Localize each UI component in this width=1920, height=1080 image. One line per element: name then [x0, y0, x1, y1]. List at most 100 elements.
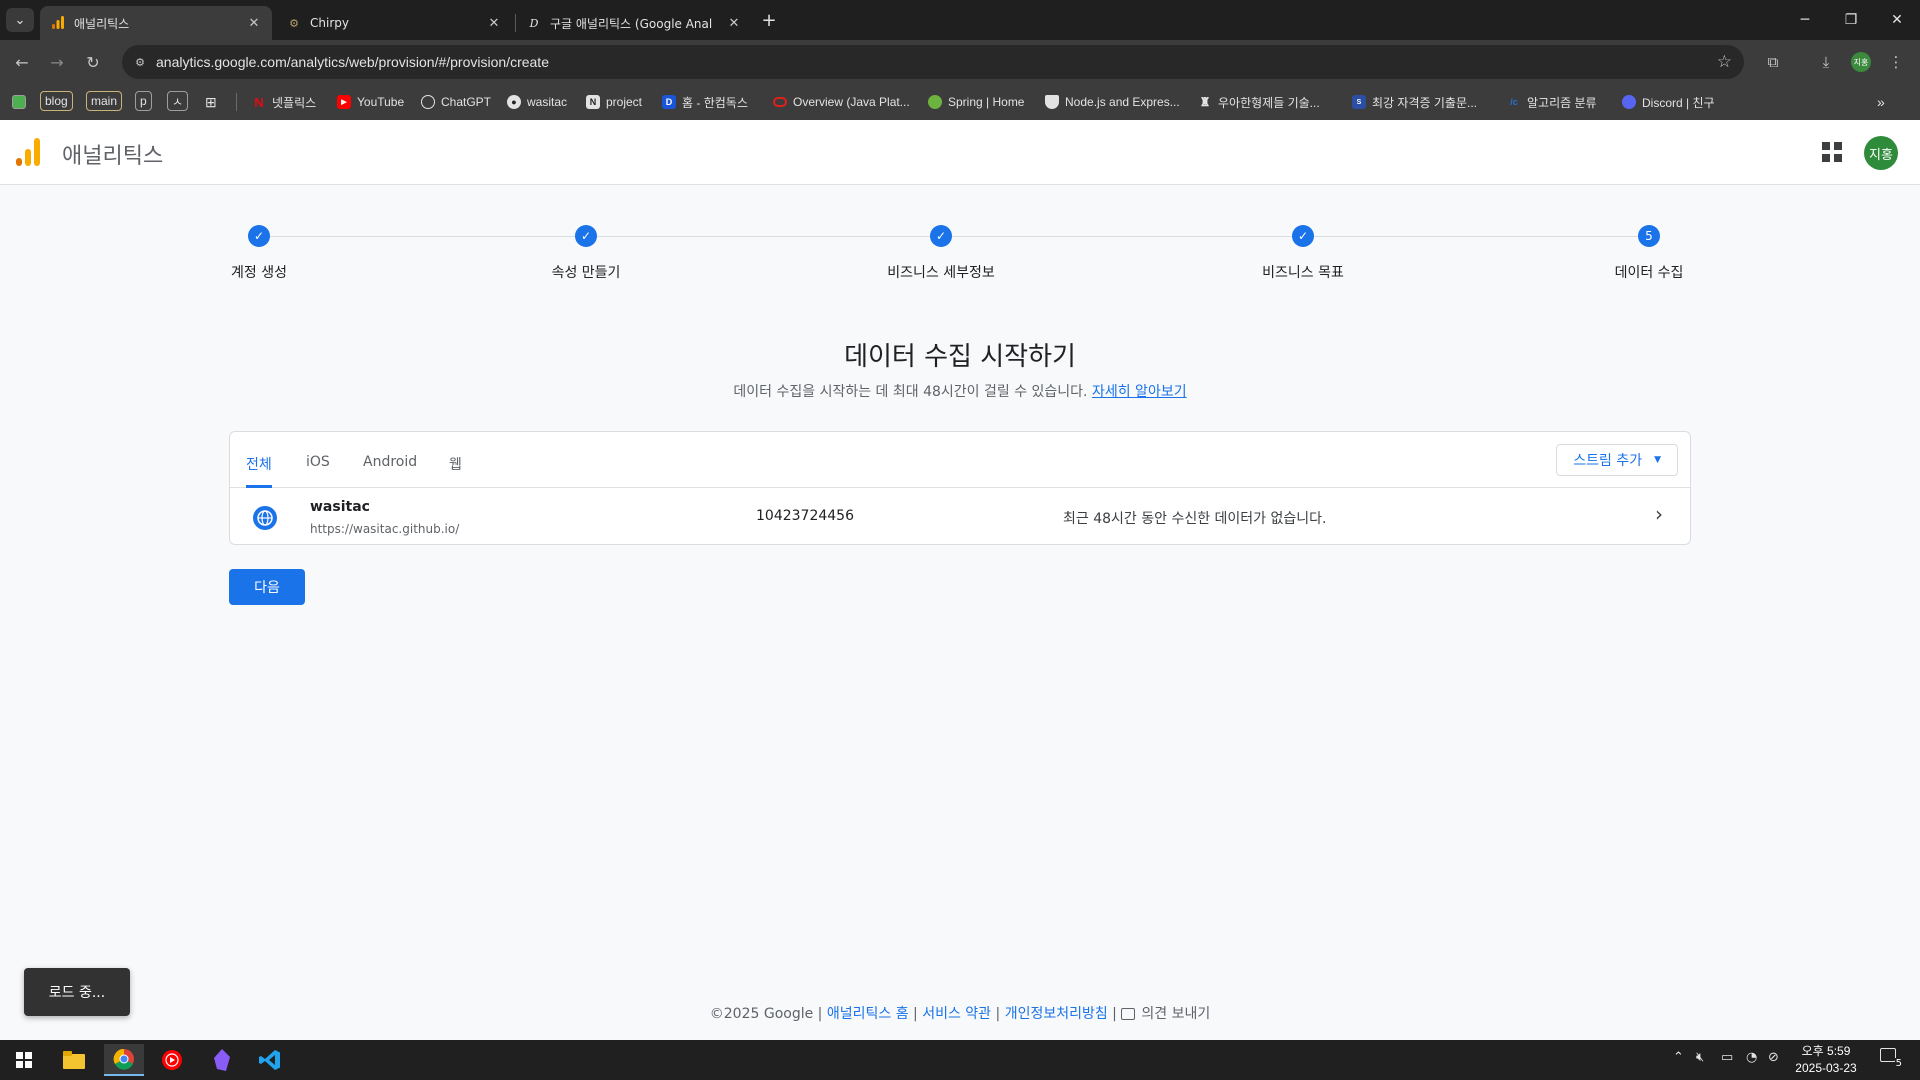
bookmark-hancom[interactable]: D 홈 - 한컴독스	[662, 91, 748, 113]
account-avatar[interactable]: 지홍	[1864, 136, 1898, 170]
tab-chirpy[interactable]: ⚙ Chirpy ✕	[276, 6, 512, 40]
url-text[interactable]: analytics.google.com/analytics/web/provi…	[156, 45, 549, 79]
bookmark-wasitac[interactable]: ● wasitac	[507, 91, 567, 113]
tab-title: 애널리틱스	[74, 16, 130, 31]
youtube-music-icon[interactable]	[152, 1044, 192, 1076]
apps-grid-icon[interactable]: ⊞	[205, 91, 217, 113]
spring-icon	[928, 95, 942, 109]
restore-button[interactable]: ❐	[1828, 0, 1874, 40]
bookmark-woowahan[interactable]: ♜ 우아한형제들 기술...	[1198, 91, 1320, 113]
stream-status: 최근 48시간 동안 수신한 데이터가 없습니다.	[1063, 511, 1327, 527]
volume-mute-icon[interactable]: 🔇︎	[1696, 1050, 1704, 1065]
hancom-icon: D	[662, 95, 676, 109]
stream-platform-tabs: 전체 iOS Android 웹 스트림 추가 ▼	[230, 432, 1690, 488]
bookmark-chip-blog[interactable]: blog	[40, 91, 73, 111]
tab-search-button[interactable]: ⌄	[6, 8, 34, 32]
tab-android[interactable]: Android	[363, 454, 417, 488]
footer-link-analytics-home[interactable]: 애널리틱스 홈	[827, 1006, 909, 1022]
file-explorer-icon[interactable]	[54, 1044, 94, 1076]
bookmark-chip-s[interactable]: ㅅ	[167, 91, 189, 111]
bookmark-exam[interactable]: S 최강 자격증 기출문...	[1352, 91, 1477, 113]
minimize-button[interactable]: ─	[1782, 0, 1828, 40]
subtitle-text: 데이터 수집을 시작하는 데 최대 48시간이 걸릴 수 있습니다.	[733, 384, 1088, 400]
web-globe-icon	[253, 506, 277, 530]
bookmark-spring[interactable]: Spring | Home	[928, 91, 1024, 113]
close-icon[interactable]: ✕	[726, 15, 742, 31]
windows-start-icon[interactable]	[4, 1044, 44, 1076]
profile-avatar[interactable]: 지홍	[1851, 52, 1871, 72]
app-name[interactable]: 애널리틱스	[62, 138, 163, 170]
close-icon[interactable]: ✕	[486, 15, 502, 31]
tab-title: 구글 애널리틱스 (Google Anal	[550, 16, 713, 31]
new-tab-button[interactable]: +	[757, 8, 781, 32]
tab-google-analytics-post[interactable]: D 구글 애널리틱스 (Google Anal ✕	[516, 6, 752, 40]
site-info-icon[interactable]: ⚙	[132, 54, 148, 70]
check-icon: ✓	[930, 225, 952, 247]
bookmark-java-overview[interactable]: Overview (Java Plat...	[773, 91, 910, 113]
bookmark-project[interactable]: Nproject	[586, 91, 642, 113]
vpn-off-icon[interactable]: ⊘	[1768, 1050, 1779, 1065]
show-hidden-icons[interactable]: ⌃	[1673, 1050, 1684, 1065]
taskbar-clock[interactable]: 오후 5:59 2025-03-23	[1786, 1043, 1866, 1077]
bookmark-chip-p[interactable]: p	[135, 91, 152, 111]
step-data-collection: 5 데이터 수집	[1549, 225, 1749, 282]
page-subtitle: 데이터 수집을 시작하는 데 최대 48시간이 걸릴 수 있습니다. 자세히 알…	[0, 381, 1920, 401]
tab-web[interactable]: 웹	[449, 454, 462, 488]
next-button[interactable]: 다음	[229, 569, 305, 605]
reload-icon[interactable]: ↻	[80, 49, 106, 75]
oracle-icon	[773, 97, 787, 107]
bookmark-node[interactable]: Node.js and Expres...	[1045, 91, 1180, 113]
footer-link-terms[interactable]: 서비스 약관	[922, 1006, 991, 1022]
menu-icon[interactable]: ⋮	[1885, 51, 1907, 73]
bookmark-chatgpt[interactable]: ChatGPT	[421, 91, 491, 113]
step-business-objectives: ✓ 비즈니스 목표	[1203, 225, 1403, 282]
forward-icon[interactable]: →	[44, 49, 70, 75]
step-property-create: ✓ 속성 만들기	[486, 225, 686, 282]
address-bar[interactable]: ⚙ analytics.google.com/analytics/web/pro…	[122, 45, 1744, 79]
bookmark-youtube[interactable]: ▶ YouTube	[337, 91, 404, 113]
add-stream-label: 스트림 추가	[1573, 453, 1643, 469]
footer-link-privacy[interactable]: 개인정보처리방침	[1005, 1006, 1108, 1022]
close-window-button[interactable]: ✕	[1874, 0, 1920, 40]
learn-more-link[interactable]: 자세히 알아보기	[1092, 384, 1187, 400]
more-bookmarks-icon[interactable]: »	[1877, 91, 1885, 113]
extensions-icon[interactable]: ⧉	[1762, 51, 1784, 73]
tab-analytics[interactable]: 애널리틱스 ✕	[40, 6, 272, 40]
notification-icon[interactable]: 5	[1880, 1048, 1903, 1069]
step-label: 비즈니스 세부정보	[887, 265, 995, 281]
back-icon[interactable]: ←	[9, 49, 35, 75]
google-apps-icon[interactable]	[1822, 142, 1842, 162]
chrome-icon[interactable]	[104, 1044, 144, 1076]
bookmark-algorithm[interactable]: /c 알고리즘 분류	[1507, 91, 1596, 113]
data-streams-card: 전체 iOS Android 웹 스트림 추가 ▼ wasitac https:…	[229, 431, 1691, 545]
feedback-link[interactable]: 의견 보내기	[1141, 1006, 1210, 1022]
bookmark-label: Discord | 친구	[1642, 95, 1715, 110]
bookmark-star-icon[interactable]: ☆	[1717, 52, 1732, 72]
baemin-icon: ♜	[1199, 95, 1211, 109]
chevron-right-icon[interactable]: ›	[1648, 502, 1670, 526]
bookmark-discord[interactable]: Discord | 친구	[1622, 91, 1715, 113]
battery-icon[interactable]: ▭	[1721, 1050, 1733, 1065]
add-stream-button[interactable]: 스트림 추가 ▼	[1556, 444, 1678, 476]
stream-row[interactable]: wasitac https://wasitac.github.io/ 10423…	[230, 489, 1690, 545]
download-icon[interactable]: ⤓	[1815, 51, 1837, 73]
step-business-details: ✓ 비즈니스 세부정보	[841, 225, 1041, 282]
bookmark-label: project	[606, 95, 643, 109]
check-icon: ✓	[575, 225, 597, 247]
bookmark-label: 넷플릭스	[272, 95, 317, 110]
shield-icon	[1045, 95, 1059, 109]
dropdown-arrow-icon: ▼	[1654, 455, 1661, 465]
bookmark-netflix[interactable]: N 넷플릭스	[252, 91, 316, 113]
network-icon[interactable]: ◔	[1746, 1050, 1757, 1065]
obsidian-icon[interactable]	[202, 1044, 242, 1076]
bookmark-app-icon[interactable]	[12, 91, 32, 113]
close-icon[interactable]: ✕	[246, 15, 262, 31]
algo-icon: /c	[1510, 97, 1518, 107]
tab-all[interactable]: 전체	[246, 454, 272, 488]
bookmark-chip-main[interactable]: main	[86, 91, 123, 111]
analytics-logo-icon[interactable]	[16, 138, 40, 166]
d-icon: D	[529, 16, 539, 30]
tab-ios[interactable]: iOS	[306, 454, 330, 488]
analytics-icon	[50, 15, 66, 31]
vscode-icon[interactable]	[250, 1044, 290, 1076]
